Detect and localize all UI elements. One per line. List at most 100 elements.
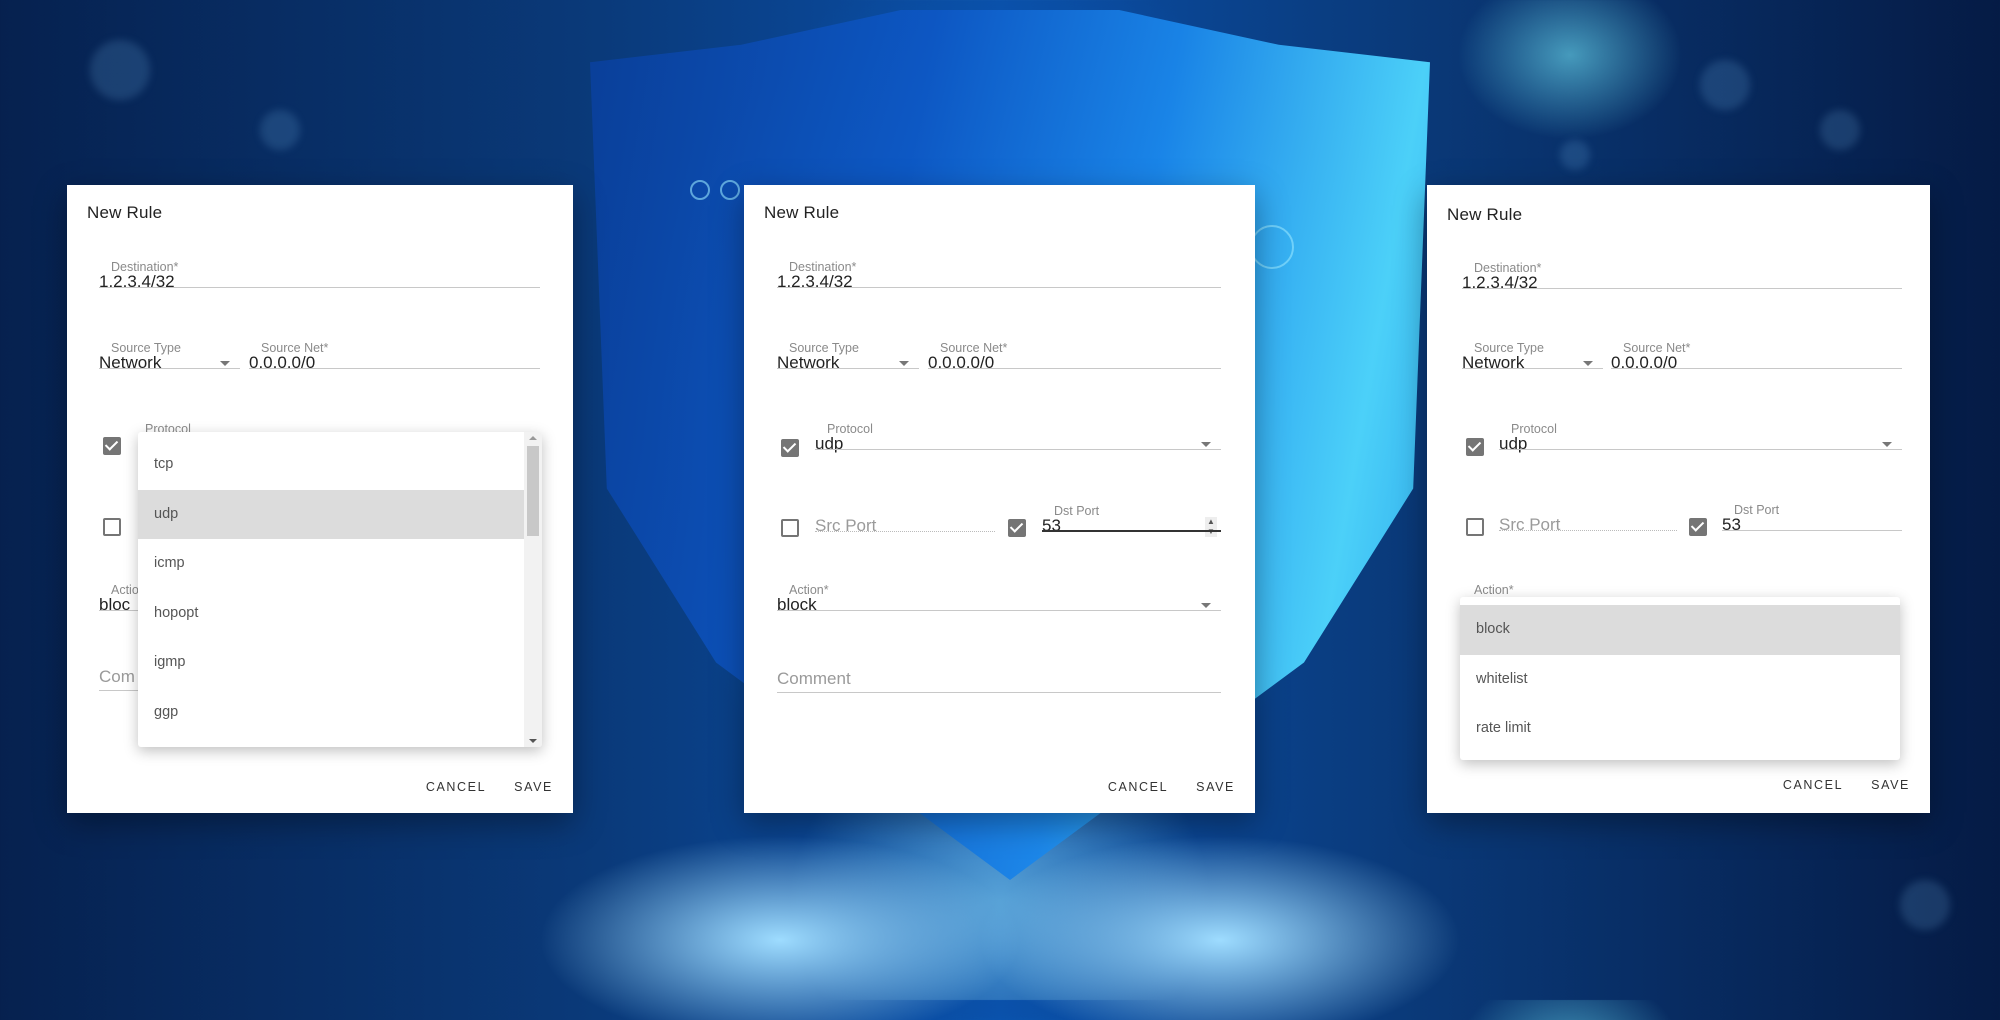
scrollbar-thumb[interactable] — [527, 446, 539, 536]
action-option-rate-limit[interactable]: rate limit — [1460, 704, 1900, 754]
field-underline-focused — [1042, 530, 1221, 532]
protocol-dropdown-menu: tcp udp icmp hopopt igmp ggp — [138, 432, 542, 747]
source-net-value: 0.0.0.0/0 — [928, 353, 995, 372]
destination-value: 1.2.3.4/32 — [1462, 273, 1538, 292]
bokeh-light — [1700, 60, 1750, 110]
protocol-checkbox[interactable] — [1466, 438, 1484, 456]
field-underline — [1722, 530, 1902, 531]
dialog-title: New Rule — [764, 203, 840, 222]
src-port-placeholder: Src Port — [1499, 515, 1561, 534]
action-label: Action* — [1474, 583, 1514, 597]
src-port-field[interactable]: Src Port — [1499, 503, 1677, 534]
dialog-actions: CANCEL SAVE — [1106, 776, 1237, 798]
src-port-field[interactable]: Src Port — [815, 504, 995, 535]
field-underline — [815, 530, 995, 532]
bokeh-light — [1820, 110, 1860, 150]
protocol-option-tcp[interactable]: tcp — [138, 440, 542, 490]
bokeh-light — [90, 40, 150, 100]
cancel-button[interactable]: CANCEL — [1781, 774, 1845, 796]
src-port-placeholder: Src Port — [815, 516, 877, 535]
chevron-down-icon — [1201, 442, 1211, 447]
circuit-ring — [1250, 225, 1294, 269]
dialog-title: New Rule — [1447, 205, 1523, 224]
source-net-field[interactable]: Source Net* 0.0.0.0/0 — [928, 341, 1221, 372]
field-underline — [777, 610, 1221, 611]
protocol-option-hopopt[interactable]: hopopt — [138, 589, 542, 639]
field-underline — [1499, 449, 1902, 450]
protocol-value: udp — [815, 434, 844, 453]
field-underline — [777, 692, 1221, 693]
field-underline — [777, 287, 1221, 288]
destination-value: 1.2.3.4/32 — [99, 272, 175, 291]
field-underline — [815, 449, 1221, 450]
destination-field[interactable]: Destination* 1.2.3.4/32 — [777, 260, 1221, 291]
new-rule-dialog: New Rule Destination* 1.2.3.4/32 Source … — [744, 185, 1255, 813]
comment-placeholder: Com — [99, 667, 135, 686]
dst-port-checkbox[interactable] — [1008, 519, 1026, 537]
field-underline — [249, 368, 540, 369]
chevron-down-icon — [1583, 361, 1593, 366]
circuit-node — [720, 180, 740, 200]
hands-graphic — [500, 820, 1500, 1020]
src-port-checkbox[interactable] — [103, 518, 121, 536]
protocol-option-icmp[interactable]: icmp — [138, 539, 542, 589]
protocol-option-ggp[interactable]: ggp — [138, 688, 542, 738]
destination-field[interactable]: Destination* 1.2.3.4/32 — [99, 260, 540, 291]
source-net-field[interactable]: Source Net* 0.0.0.0/0 — [1611, 341, 1902, 372]
dst-port-checkbox[interactable] — [1689, 518, 1707, 536]
new-rule-dialog: New Rule Destination* 1.2.3.4/32 Source … — [1427, 185, 1930, 813]
field-underline — [99, 287, 540, 288]
action-value: bloc — [99, 595, 131, 611]
action-option-block[interactable]: block — [1460, 605, 1900, 655]
chevron-down-icon — [220, 361, 230, 366]
field-underline — [1462, 368, 1603, 369]
cancel-button[interactable]: CANCEL — [1106, 776, 1170, 798]
action-select[interactable]: Action* block — [777, 583, 1221, 614]
source-type-select[interactable]: Source Type Network — [99, 341, 240, 372]
source-type-select[interactable]: Source Type Network — [1462, 341, 1603, 372]
cancel-button[interactable]: CANCEL — [424, 776, 488, 798]
src-port-checkbox[interactable] — [1466, 518, 1484, 536]
protocol-select[interactable]: Protocol udp — [815, 422, 1221, 453]
bokeh-light — [1900, 880, 1950, 930]
field-underline — [928, 368, 1221, 369]
protocol-option-igmp[interactable]: igmp — [138, 638, 542, 688]
destination-field[interactable]: Destination* 1.2.3.4/32 — [1462, 261, 1902, 292]
scroll-up-icon[interactable] — [529, 436, 537, 440]
dst-port-input[interactable]: Dst Port 53 ▲▼ — [1042, 504, 1221, 537]
number-spinner-icon[interactable]: ▲▼ — [1205, 517, 1217, 537]
action-option-whitelist[interactable]: whitelist — [1460, 655, 1900, 705]
dst-port-value: 53 — [1722, 515, 1741, 534]
comment-placeholder: Comment — [777, 669, 851, 688]
field-underline — [1611, 368, 1902, 369]
source-type-select[interactable]: Source Type Network — [777, 341, 919, 372]
save-button[interactable]: SAVE — [1194, 776, 1237, 798]
dialog-actions: CANCEL SAVE — [424, 776, 555, 798]
new-rule-dialog: New Rule Destination* 1.2.3.4/32 Source … — [67, 185, 573, 813]
field-underline — [99, 368, 240, 369]
scroll-down-icon[interactable] — [529, 739, 537, 743]
dst-port-value: 53 — [1042, 516, 1061, 535]
bokeh-light — [260, 110, 300, 150]
dialog-title: New Rule — [87, 203, 163, 222]
chevron-down-icon — [1201, 603, 1211, 608]
save-button[interactable]: SAVE — [512, 776, 555, 798]
save-button[interactable]: SAVE — [1869, 774, 1912, 796]
action-dropdown-menu: block whitelist rate limit — [1460, 597, 1900, 760]
bokeh-light — [1560, 140, 1590, 170]
source-type-value: Network — [99, 353, 162, 372]
protocol-checkbox[interactable] — [103, 437, 121, 455]
src-port-checkbox[interactable] — [781, 519, 799, 537]
source-type-value: Network — [777, 353, 840, 372]
circuit-node — [690, 180, 710, 200]
protocol-option-udp[interactable]: udp — [138, 489, 542, 539]
dst-port-input[interactable]: Dst Port 53 — [1722, 503, 1902, 534]
protocol-value: udp — [1499, 434, 1528, 453]
field-underline — [1499, 529, 1677, 531]
comment-field[interactable]: Comment — [777, 665, 1221, 693]
protocol-checkbox[interactable] — [781, 439, 799, 457]
chevron-down-icon — [1882, 442, 1892, 447]
source-net-field[interactable]: Source Net* 0.0.0.0/0 — [249, 341, 540, 372]
protocol-select[interactable]: Protocol udp — [1499, 422, 1902, 453]
menu-scrollbar[interactable] — [524, 432, 542, 747]
